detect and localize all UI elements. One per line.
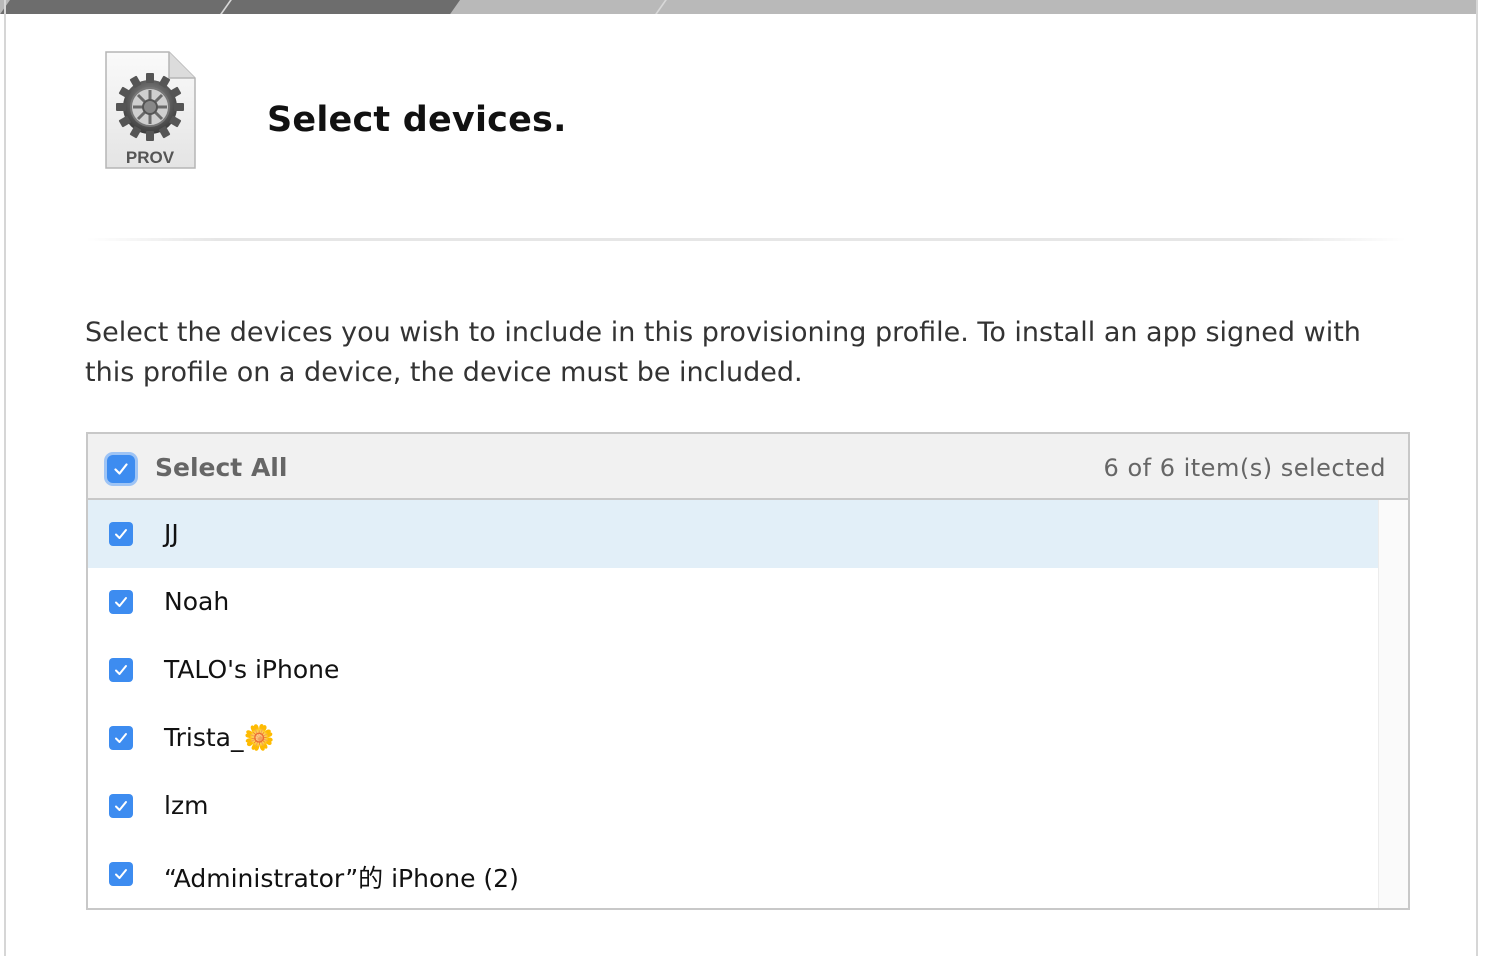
select-all-checkbox[interactable]	[107, 455, 135, 483]
device-name: “Administrator”的 iPhone (2)	[164, 864, 519, 893]
device-name: JJ	[164, 519, 179, 548]
scrollbar[interactable]	[1378, 500, 1408, 908]
checkmark-icon	[115, 801, 127, 811]
device-name: lzm	[164, 791, 209, 820]
checkmark-icon	[115, 529, 127, 539]
checkmark-icon	[114, 463, 128, 475]
device-name: Noah	[164, 587, 230, 616]
device-checkbox[interactable]	[109, 590, 133, 614]
device-row[interactable]: JJ	[88, 500, 1380, 568]
device-selection-table: Select All 6 of 6 item(s) selected JJ No…	[86, 432, 1410, 910]
divider	[86, 238, 1406, 241]
checkmark-icon	[115, 733, 127, 743]
checkmark-icon	[115, 665, 127, 675]
device-list: JJ Noah TALO's iPhone Trista_🌼 lzm “Admi…	[88, 500, 1380, 908]
device-name: Trista_🌼	[164, 723, 275, 752]
device-checkbox[interactable]	[109, 522, 133, 546]
device-row[interactable]: “Administrator”的 iPhone (2)	[88, 840, 1380, 908]
device-row[interactable]: TALO's iPhone	[88, 636, 1380, 704]
selection-count: 6 of 6 item(s) selected	[1103, 454, 1386, 482]
provisioning-profile-icon: PROV	[103, 50, 197, 172]
checkmark-icon	[115, 869, 127, 879]
device-name: TALO's iPhone	[164, 655, 340, 684]
table-header: Select All 6 of 6 item(s) selected	[88, 434, 1408, 500]
device-checkbox[interactable]	[109, 794, 133, 818]
device-checkbox[interactable]	[109, 862, 133, 886]
device-row[interactable]: Trista_🌼	[88, 704, 1380, 772]
select-all-label[interactable]: Select All	[155, 453, 287, 482]
checkmark-icon	[115, 597, 127, 607]
device-checkbox[interactable]	[109, 658, 133, 682]
page-title: Select devices.	[267, 100, 567, 140]
device-row[interactable]: lzm	[88, 772, 1380, 840]
device-checkbox[interactable]	[109, 726, 133, 750]
device-row[interactable]: Noah	[88, 568, 1380, 636]
instructions-text: Select the devices you wish to include i…	[85, 317, 1361, 388]
icon-label: PROV	[126, 148, 175, 167]
